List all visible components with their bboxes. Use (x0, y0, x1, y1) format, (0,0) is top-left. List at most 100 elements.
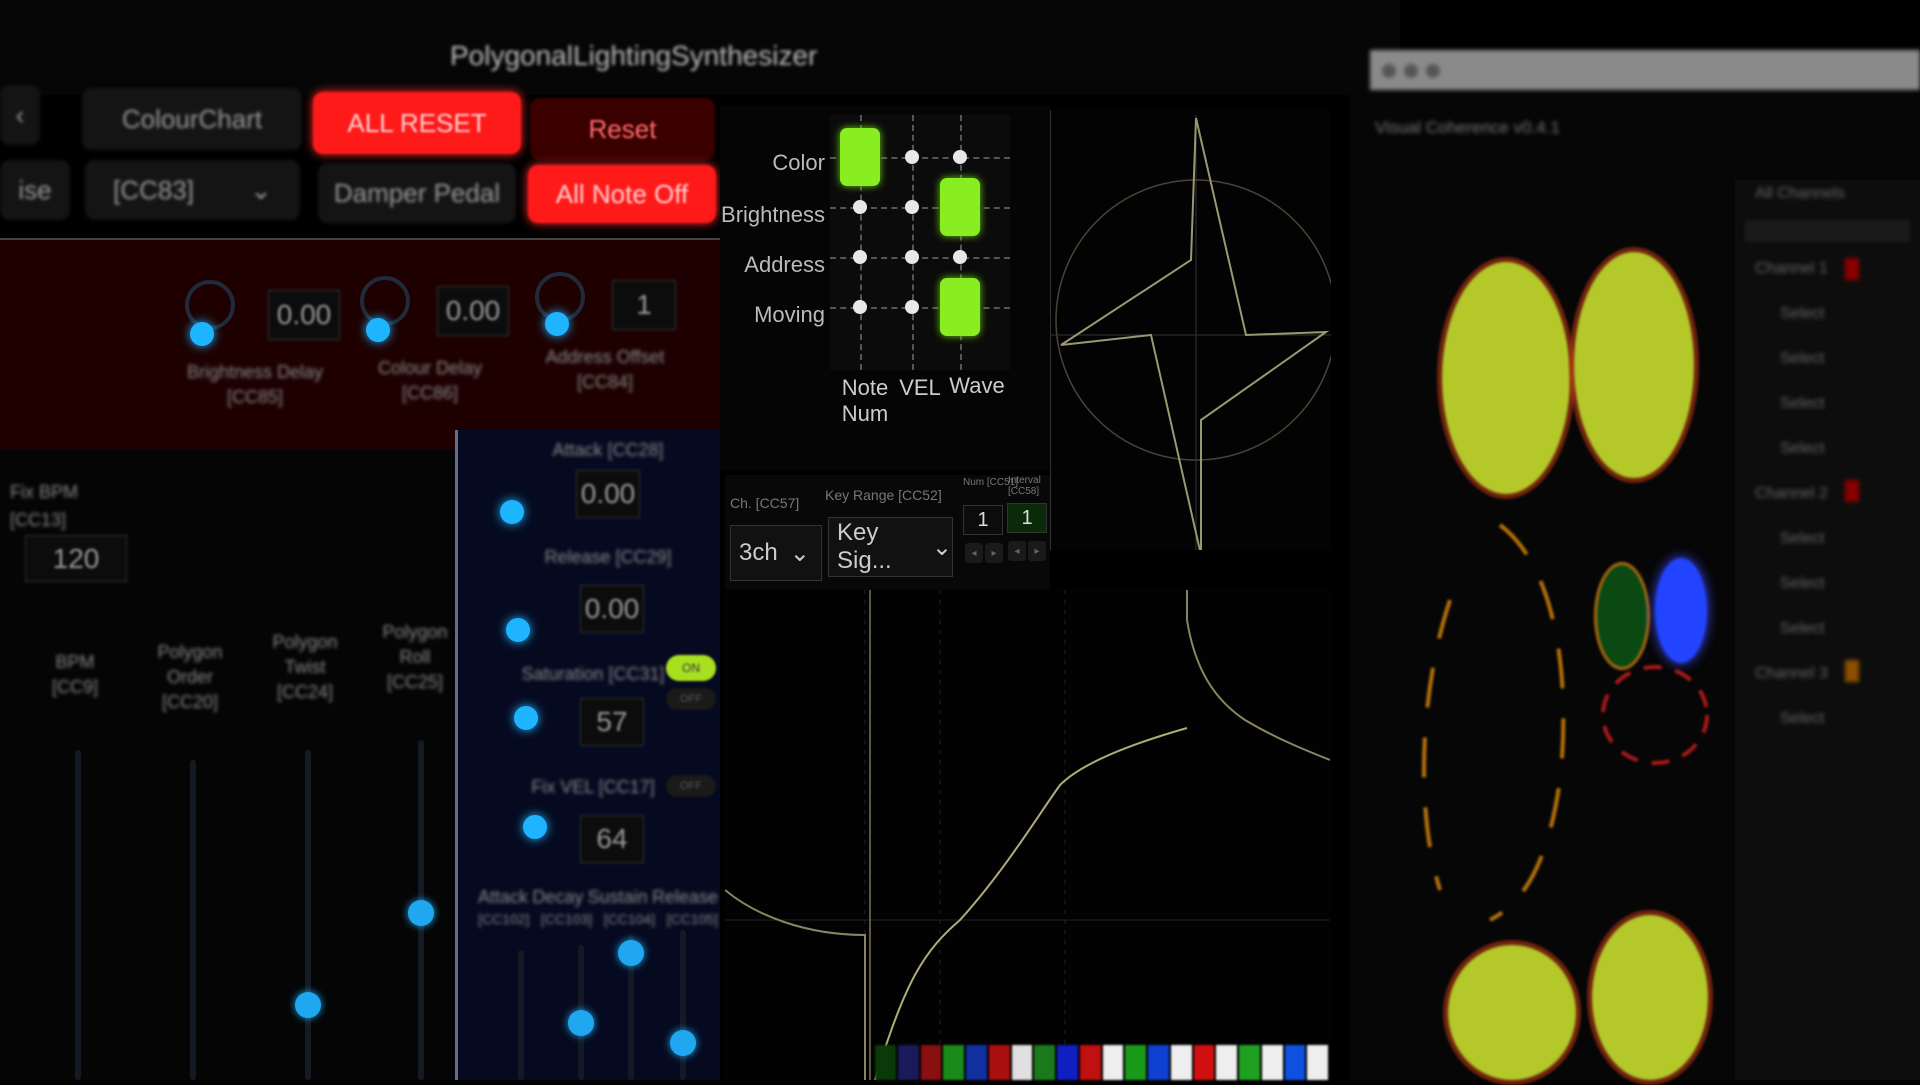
bpm-slider[interactable] (75, 750, 81, 1080)
keyboard-key[interactable] (897, 1045, 919, 1080)
all-note-off-button[interactable]: All Note Off (528, 165, 716, 223)
list-item[interactable]: Select (1780, 350, 1824, 368)
slider-thumb[interactable] (670, 1030, 696, 1056)
keyboard-key[interactable] (1170, 1045, 1192, 1080)
knob-indicator[interactable] (523, 815, 547, 839)
keyboard-key[interactable] (1261, 1045, 1283, 1080)
slider-thumb[interactable] (618, 940, 644, 966)
list-item[interactable]: Select (1780, 440, 1824, 458)
saturation-toggle-on[interactable]: ON (666, 655, 716, 681)
minimize-dot-icon[interactable] (1404, 64, 1418, 78)
polygon-twist-slider[interactable] (305, 750, 311, 1080)
close-dot-icon[interactable] (1382, 64, 1396, 78)
matrix-cell-on[interactable] (840, 128, 880, 186)
slider-thumb[interactable] (568, 1010, 594, 1036)
matrix-cell-off[interactable] (953, 150, 967, 164)
matrix-cell-on[interactable] (940, 278, 980, 336)
keyboard-key[interactable] (1307, 1045, 1328, 1080)
matrix-cell-off[interactable] (905, 300, 919, 314)
list-item[interactable]: Channel 1 (1755, 260, 1828, 278)
colour-delay-value[interactable]: 0.00 (437, 286, 509, 336)
interval-value[interactable]: 1 (1007, 503, 1047, 533)
matrix-cell-off[interactable] (905, 250, 919, 264)
keyboard-strip[interactable] (875, 1045, 1330, 1080)
knob-indicator[interactable] (500, 500, 524, 524)
keyboard-key[interactable] (1011, 1045, 1033, 1080)
matrix-cell-off[interactable] (853, 300, 867, 314)
matrix-cell-off[interactable] (853, 200, 867, 214)
keyboard-key[interactable] (1102, 1045, 1124, 1080)
num-inc-button[interactable]: ▸ (985, 543, 1003, 563)
list-item[interactable]: Select (1780, 710, 1824, 728)
num-value[interactable]: 1 (963, 505, 1003, 535)
reset-button[interactable]: Reset (530, 98, 715, 160)
cc-select[interactable]: [CC83] ⌄ (85, 160, 300, 220)
green-light[interactable] (1597, 565, 1647, 667)
matrix-cell-off[interactable] (905, 150, 919, 164)
keyboard-key[interactable] (1057, 1045, 1078, 1080)
release-value[interactable]: 0.00 (580, 585, 644, 633)
zoom-dot-icon[interactable] (1426, 64, 1440, 78)
all-reset-button[interactable]: ALL RESET (313, 92, 521, 154)
keyboard-key[interactable] (1284, 1045, 1306, 1080)
list-item[interactable]: Select (1780, 395, 1824, 413)
matrix-cell-on[interactable] (940, 178, 980, 236)
light-circle[interactable] (1574, 252, 1694, 478)
prev-button[interactable]: ‹ (0, 85, 40, 145)
slider-thumb[interactable] (408, 900, 434, 926)
address-offset-value[interactable]: 1 (612, 280, 676, 330)
channel-select[interactable]: 3ch ⌄ (730, 525, 822, 581)
light-circle[interactable] (1592, 915, 1708, 1080)
keyboard-key[interactable] (1239, 1045, 1260, 1080)
ise-button[interactable]: ise (0, 160, 70, 220)
damper-pedal-button[interactable]: Damper Pedal (318, 163, 516, 223)
release-slider[interactable] (680, 930, 686, 1080)
interval-dec-button[interactable]: ◂ (1008, 541, 1026, 561)
num-dec-button[interactable]: ◂ (965, 543, 983, 563)
keyboard-key[interactable] (988, 1045, 1010, 1080)
brightness-delay-knob[interactable] (185, 280, 235, 330)
keyboard-key[interactable] (920, 1045, 942, 1080)
slider-thumb[interactable] (295, 992, 321, 1018)
bpm-value[interactable]: 120 (25, 535, 127, 582)
key-range-select[interactable]: Key Sig... ⌄ (828, 517, 953, 577)
knob-indicator[interactable] (506, 618, 530, 642)
matrix-cell-off[interactable] (953, 250, 967, 264)
keyboard-key[interactable] (966, 1045, 987, 1080)
brightness-delay-value[interactable]: 0.00 (268, 290, 340, 340)
light-circle[interactable] (1442, 262, 1570, 494)
interval-inc-button[interactable]: ▸ (1028, 541, 1046, 561)
attack-value[interactable]: 0.00 (576, 470, 640, 518)
saturation-value[interactable]: 57 (580, 698, 644, 746)
list-item[interactable]: Select (1780, 530, 1824, 548)
polygon-order-slider[interactable] (190, 760, 196, 1080)
saturation-toggle-off[interactable]: OFF (666, 688, 716, 710)
keyboard-key[interactable] (1125, 1045, 1146, 1080)
keyboard-key[interactable] (1079, 1045, 1101, 1080)
list-item[interactable]: Channel 2 (1755, 485, 1828, 503)
keyboard-key[interactable] (943, 1045, 964, 1080)
fix-vel-toggle[interactable]: OFF (666, 775, 716, 797)
keyboard-key[interactable] (875, 1045, 896, 1080)
keyboard-key[interactable] (1193, 1045, 1215, 1080)
matrix-cell-off[interactable] (853, 250, 867, 264)
knob-indicator[interactable] (514, 706, 538, 730)
blue-light[interactable] (1655, 558, 1707, 663)
list-item[interactable]: Select (1780, 575, 1824, 593)
all-note-off-label: All Note Off (555, 178, 689, 209)
fix-vel-value[interactable]: 64 (580, 815, 644, 863)
list-item[interactable]: Select (1780, 620, 1824, 638)
list-item[interactable]: Channel 3 (1755, 665, 1828, 683)
status-badge (1845, 258, 1859, 280)
light-circle[interactable] (1448, 945, 1576, 1080)
list-search[interactable] (1745, 220, 1910, 242)
bpm-slider-label: BPM [CC9] (40, 650, 110, 700)
keyboard-key[interactable] (1034, 1045, 1055, 1080)
keyboard-key[interactable] (1216, 1045, 1237, 1080)
matrix-cell-off[interactable] (905, 200, 919, 214)
list-item[interactable]: Select (1780, 305, 1824, 323)
keyboard-key[interactable] (1148, 1045, 1169, 1080)
colour-chart-button[interactable]: ColourChart (82, 88, 302, 150)
colour-delay-knob[interactable] (360, 276, 410, 326)
attack-slider[interactable] (518, 950, 524, 1080)
